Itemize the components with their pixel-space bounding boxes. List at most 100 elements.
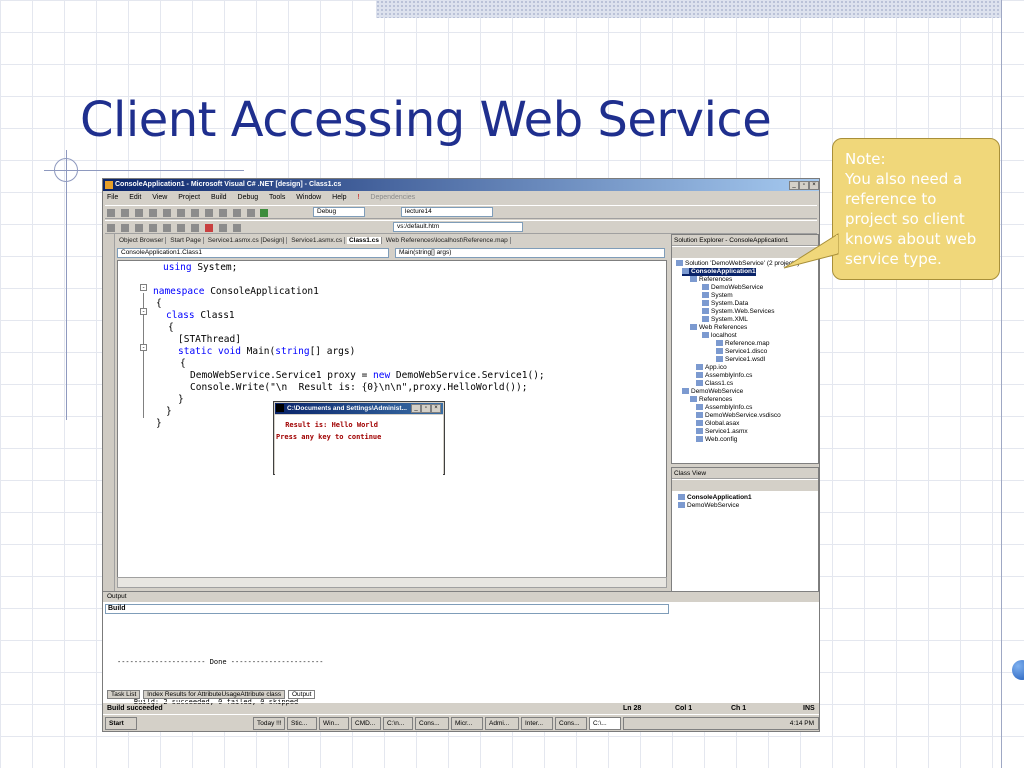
console-output[interactable]: Result is: Hello World Press any key to … [275, 415, 443, 475]
tree-file[interactable]: Service1.wsdl [716, 356, 765, 364]
tree-ref-item[interactable]: System.Data [702, 300, 748, 308]
tree-demo-project[interactable]: DemoWebService [682, 388, 743, 396]
tab-service-cs[interactable]: Service1.asmx.cs [289, 237, 346, 244]
refresh-icon[interactable] [218, 224, 227, 232]
comment-icon[interactable] [134, 224, 143, 232]
menu-window[interactable]: Window [296, 194, 321, 201]
stop-icon[interactable] [204, 224, 213, 232]
tree-demo-project[interactable]: DemoWebService [678, 502, 739, 510]
tree-references[interactable]: References [690, 276, 732, 284]
member-select[interactable]: Main(string[] args) [395, 248, 665, 258]
tab-class1[interactable]: Class1.cs [346, 237, 382, 244]
tab-object-browser[interactable]: Object Browser [117, 237, 167, 244]
menu-tools[interactable]: Tools [269, 194, 285, 201]
tree-localhost[interactable]: localhost [702, 332, 737, 340]
output-source-select[interactable]: Build [105, 604, 669, 614]
url-combo[interactable]: vs:/default.htm [393, 222, 523, 232]
save-all-icon[interactable] [162, 209, 171, 217]
tree-file[interactable]: Global.asax [696, 420, 739, 428]
editor-hscroll[interactable] [117, 577, 667, 588]
tree-file[interactable]: Web.config [696, 436, 737, 444]
menu-help[interactable]: Help [332, 194, 346, 201]
code-text: DemoWebService.Service1(); [390, 370, 545, 381]
start-button[interactable]: Start [105, 717, 137, 730]
close-icon[interactable]: × [809, 180, 819, 190]
home-icon[interactable] [232, 224, 241, 232]
taskbar-button[interactable]: Today !!! [253, 717, 285, 730]
tab-task-list[interactable]: Task List [107, 690, 141, 699]
taskbar-button[interactable]: Cons... [415, 717, 449, 730]
tree-file[interactable]: Reference.map [716, 340, 769, 348]
left-rule [66, 150, 67, 420]
tab-output[interactable]: Output [287, 690, 316, 699]
collapse-method-icon[interactable]: - [140, 344, 147, 351]
new-project-icon[interactable] [107, 209, 115, 217]
dependencies-label[interactable]: Dependencies [370, 194, 415, 201]
tab-reference-map[interactable]: Web References\localhost\Reference.map [383, 237, 511, 244]
save-icon[interactable] [148, 209, 157, 217]
add-item-icon[interactable] [120, 209, 129, 217]
tree-ref-item[interactable]: System.XML [702, 316, 748, 324]
tree-file[interactable]: DemoWebService.vsdisco [696, 412, 781, 420]
tab-service-design[interactable]: Service1.asmx.cs [Design] [205, 237, 288, 244]
console-close-icon[interactable]: × [431, 404, 441, 413]
tree-web-references[interactable]: Web References [690, 324, 747, 332]
tree-file[interactable]: AssemblyInfo.cs [696, 404, 752, 412]
config-select[interactable]: Debug [313, 207, 365, 217]
class-select[interactable]: ConsoleApplication1.Class1 [117, 248, 389, 258]
menu-debug[interactable]: Debug [238, 194, 259, 201]
undo-icon[interactable] [218, 209, 227, 217]
indent-icon[interactable] [107, 224, 115, 232]
taskbar-button[interactable]: C:\n... [383, 717, 413, 730]
taskbar-button[interactable]: C:\... [589, 717, 621, 730]
uncomment-icon[interactable] [148, 224, 157, 232]
navigate-icon[interactable] [246, 209, 255, 217]
menu-build[interactable]: Build [211, 194, 227, 201]
menu-edit[interactable]: Edit [129, 194, 141, 201]
code-line: class Class1 [166, 310, 235, 322]
tab-index-results[interactable]: Index Results for AttributeUsageAttribut… [143, 690, 286, 699]
taskbar-button[interactable]: Stic... [287, 717, 317, 730]
back-icon[interactable] [176, 224, 185, 232]
tree-references[interactable]: References [690, 396, 732, 404]
tree-ref-item[interactable]: System.Web.Services [702, 308, 774, 316]
taskbar-button[interactable]: Inter... [521, 717, 553, 730]
collapse-class-icon[interactable]: - [140, 308, 147, 315]
bookmark-icon[interactable] [162, 224, 171, 232]
tree-ref-item[interactable]: DemoWebService [702, 284, 763, 292]
paste-icon[interactable] [204, 209, 213, 217]
tree-ref-item[interactable]: System [702, 292, 733, 300]
taskbar-button[interactable]: CMD... [351, 717, 381, 730]
redo-icon[interactable] [232, 209, 241, 217]
cut-icon[interactable] [176, 209, 185, 217]
outdent-icon[interactable] [120, 224, 129, 232]
globe-icon [1012, 660, 1024, 680]
collapse-namespace-icon[interactable]: - [140, 284, 147, 291]
tree-file[interactable]: Service1.disco [716, 348, 767, 356]
tree-console-app[interactable]: ConsoleApplication1 [678, 494, 752, 502]
tree-file[interactable]: AssemblyInfo.cs [696, 372, 752, 380]
taskbar-button[interactable]: Win... [319, 717, 349, 730]
minimize-icon[interactable]: _ [789, 180, 799, 190]
taskbar-button[interactable]: Micr... [451, 717, 483, 730]
tree-console-app[interactable]: ConsoleApplication1 [682, 268, 756, 276]
maximize-icon[interactable]: ▫ [799, 180, 809, 190]
taskbar-button[interactable]: Cons... [555, 717, 587, 730]
forward-icon[interactable] [190, 224, 199, 232]
tab-start-page[interactable]: Start Page [168, 237, 204, 244]
tree-file[interactable]: Service1.asmx [696, 428, 748, 436]
copy-icon[interactable] [190, 209, 199, 217]
tree-label: System.XML [711, 316, 748, 323]
code-line: } [178, 394, 184, 405]
console-maximize-icon[interactable]: ▫ [421, 404, 431, 413]
start-debug-icon[interactable] [260, 209, 269, 217]
taskbar-button[interactable]: Admi... [485, 717, 519, 730]
project-select[interactable]: lecture14 [401, 207, 493, 217]
menu-project[interactable]: Project [178, 194, 200, 201]
menu-view[interactable]: View [152, 194, 167, 201]
console-minimize-icon[interactable]: _ [411, 404, 421, 413]
tree-file[interactable]: App.ico [696, 364, 727, 372]
menu-file[interactable]: File [107, 194, 118, 201]
open-icon[interactable] [134, 209, 143, 217]
tree-file[interactable]: Class1.cs [696, 380, 733, 388]
